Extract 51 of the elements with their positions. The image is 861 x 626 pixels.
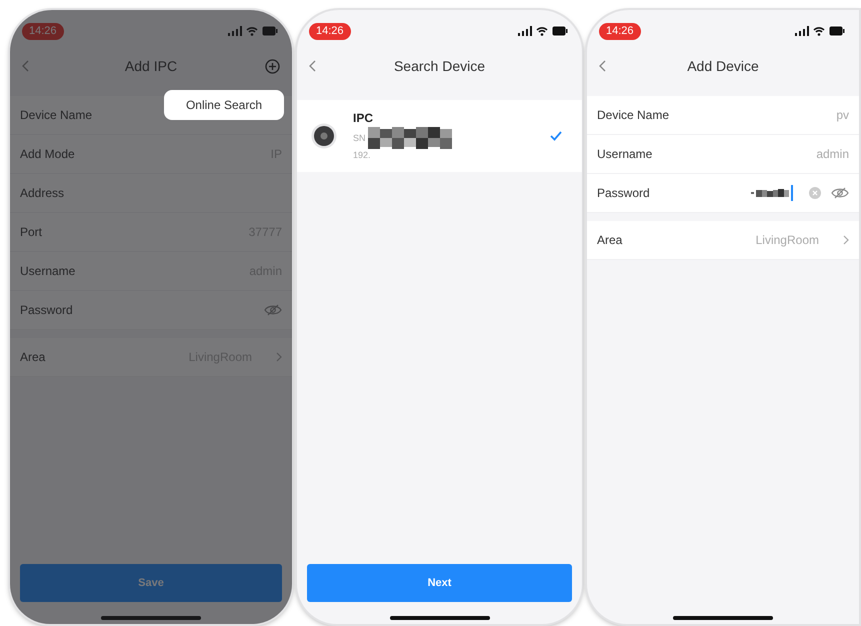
camera-lens-icon [311, 123, 337, 149]
ip-text: 192. [353, 149, 372, 162]
wifi-icon [246, 26, 258, 36]
screen-title: Add Device [687, 56, 759, 76]
form-row[interactable]: Password [587, 174, 859, 213]
signal-icon [795, 26, 809, 36]
text-cursor [791, 185, 793, 201]
battery-icon [552, 26, 568, 36]
device-name: IPC [353, 110, 374, 128]
signal-icon [228, 26, 242, 36]
eye-slash-icon[interactable] [831, 187, 849, 199]
device-item[interactable]: IPC SN 192. [297, 100, 582, 172]
status-time: 14:26 [309, 22, 351, 40]
field-label: Address [20, 185, 64, 202]
form-row[interactable]: Password [10, 291, 292, 330]
add-icon[interactable] [265, 58, 280, 74]
field-label: Add Mode [20, 146, 75, 163]
screen-title: Search Device [394, 56, 486, 76]
field-label: Area [597, 232, 622, 249]
back-icon[interactable] [309, 60, 317, 72]
status-time: 14:26 [22, 22, 64, 40]
wifi-icon [813, 26, 825, 36]
field-label: Username [597, 146, 652, 163]
field-label: Device Name [597, 107, 670, 124]
check-icon [550, 131, 562, 141]
serial-label: SN [353, 132, 366, 144]
battery-icon [829, 26, 845, 36]
field-label: Port [20, 224, 42, 241]
field-value: LivingRoom [756, 232, 819, 249]
field-value: admin [816, 146, 849, 163]
field-value: pv [836, 107, 849, 124]
form-row[interactable]: Device Name pv [587, 96, 859, 135]
form-row[interactable]: Area LivingRoom [587, 221, 859, 260]
form-row[interactable]: Address [10, 174, 292, 213]
primary-button[interactable]: Save [20, 564, 282, 602]
eye-slash-icon[interactable] [264, 304, 282, 316]
status-time: 14:26 [599, 22, 641, 40]
primary-button[interactable]: Next [307, 564, 572, 602]
field-label: Password [597, 185, 650, 202]
field-label: Password [20, 302, 73, 319]
battery-icon [262, 26, 278, 36]
back-icon[interactable] [22, 60, 30, 72]
back-icon[interactable] [599, 60, 607, 72]
screen-title: Add IPC [124, 56, 178, 76]
signal-icon [518, 26, 532, 36]
wifi-icon [536, 26, 548, 36]
field-label: Area [20, 349, 46, 366]
field-label: Username [20, 263, 76, 280]
popup-menu-item[interactable]: Online Search [164, 90, 284, 120]
form-row[interactable]: Username admin [587, 135, 859, 174]
field-label: Device Name [20, 107, 92, 124]
